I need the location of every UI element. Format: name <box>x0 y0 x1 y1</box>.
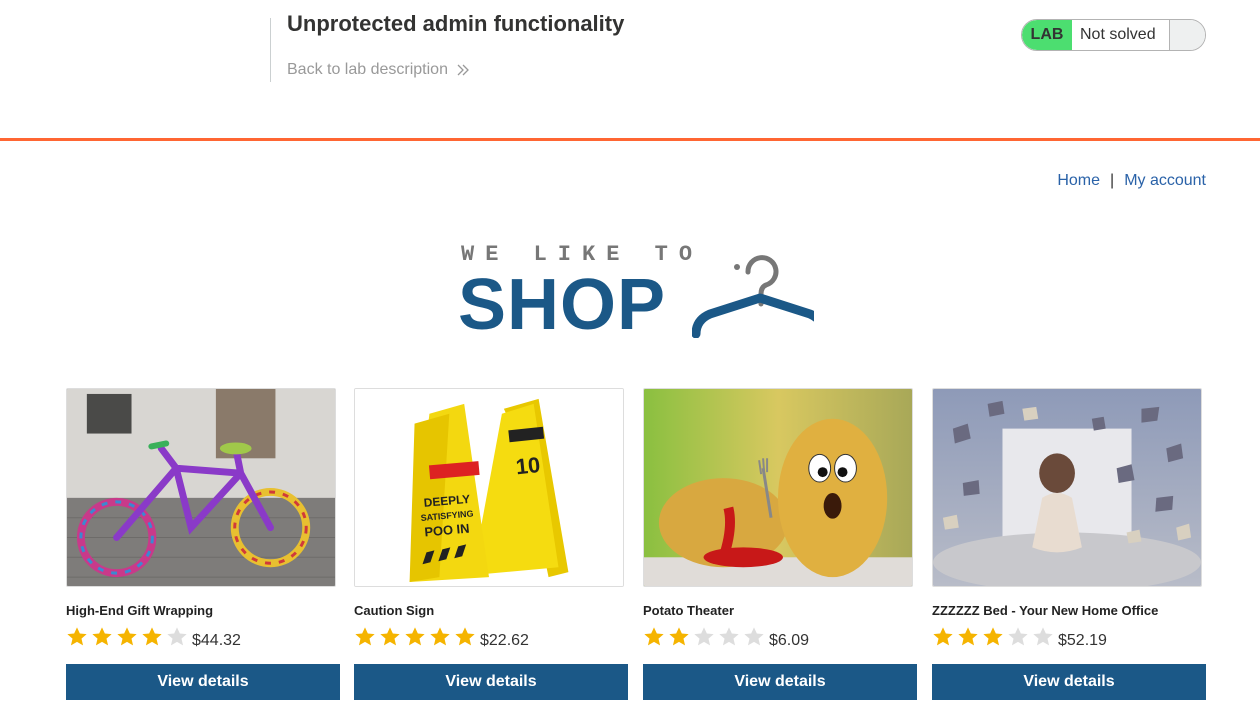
nav-my-account-link[interactable]: My account <box>1124 172 1206 190</box>
product-price: $44.32 <box>192 632 241 649</box>
header-divider <box>270 18 271 82</box>
product-name: Potato Theater <box>643 603 735 618</box>
lab-header: Unprotected admin functionality Back to … <box>0 0 1260 141</box>
double-chevron-right-icon <box>457 64 469 76</box>
product-rating-row: $6.09 <box>643 624 917 650</box>
star-empty-icon <box>167 627 187 646</box>
view-details-button[interactable]: View details <box>932 664 1206 700</box>
product-card: High-End Gift Wrapping $44.32 View detai… <box>66 388 340 700</box>
back-to-lab-label: Back to lab description <box>287 61 448 78</box>
product-rating-row: $22.62 <box>354 624 628 650</box>
star-filled-icon <box>430 627 450 646</box>
star-filled-icon <box>67 627 87 646</box>
product-image-knitted-bicycle[interactable] <box>66 388 336 587</box>
star-empty-icon <box>744 627 764 646</box>
star-filled-icon <box>380 627 400 646</box>
star-rating <box>643 626 765 648</box>
product-card: 10 DEEPLY SATISFYING POO IN Caution Sign… <box>354 388 628 700</box>
product-price: $6.09 <box>769 632 810 649</box>
star-filled-icon <box>117 627 137 646</box>
lab-status-text: Not solved <box>1072 20 1170 50</box>
product-card: ZZZZZZ Bed - Your New Home Office $52.19… <box>932 388 1206 700</box>
product-image-flying-books[interactable] <box>932 388 1202 587</box>
logo-wordmark: SHOP <box>458 265 667 345</box>
star-rating <box>66 626 188 648</box>
product-image-caution-sign[interactable]: 10 DEEPLY SATISFYING POO IN <box>354 388 624 587</box>
nav-separator: | <box>1110 172 1115 189</box>
star-filled-icon <box>958 627 978 646</box>
top-nav: Home | My account <box>1057 172 1206 190</box>
lab-status-indicator <box>1170 20 1205 50</box>
star-empty-icon <box>1008 627 1028 646</box>
svg-text:10: 10 <box>515 452 542 479</box>
shop-logo: WE LIKE TO SHOP <box>458 240 814 345</box>
logo-tagline: WE LIKE TO <box>461 242 704 267</box>
view-details-button[interactable]: View details <box>66 664 340 700</box>
star-filled-icon <box>405 627 425 646</box>
product-name: High-End Gift Wrapping <box>66 603 214 618</box>
product-name: Caution Sign <box>354 603 435 618</box>
view-details-button[interactable]: View details <box>354 664 628 700</box>
hanger-icon <box>692 255 814 338</box>
star-filled-icon <box>669 627 689 646</box>
star-rating <box>354 626 476 648</box>
star-empty-icon <box>694 627 714 646</box>
star-filled-icon <box>983 627 1003 646</box>
lab-title: Unprotected admin functionality <box>287 11 625 36</box>
product-card: Potato Theater $6.09 View details <box>643 388 917 700</box>
nav-home-link[interactable]: Home <box>1057 172 1100 190</box>
lab-status-widget: LAB Not solved <box>1021 19 1206 51</box>
star-empty-icon <box>719 627 739 646</box>
view-details-button[interactable]: View details <box>643 664 917 700</box>
star-filled-icon <box>142 627 162 646</box>
product-price: $22.62 <box>480 632 529 649</box>
star-empty-icon <box>1033 627 1053 646</box>
back-to-lab-link[interactable]: Back to lab description <box>287 61 470 79</box>
star-filled-icon <box>933 627 953 646</box>
star-filled-icon <box>92 627 112 646</box>
product-rating-row: $52.19 <box>932 624 1206 650</box>
star-filled-icon <box>455 627 475 646</box>
product-price: $52.19 <box>1058 632 1107 649</box>
star-filled-icon <box>355 627 375 646</box>
lab-status-badge: LAB <box>1022 20 1072 50</box>
product-image-potatoes[interactable] <box>643 388 913 587</box>
star-filled-icon <box>644 627 664 646</box>
product-rating-row: $44.32 <box>66 624 340 650</box>
star-rating <box>932 626 1054 648</box>
product-name: ZZZZZZ Bed - Your New Home Office <box>932 603 1159 618</box>
